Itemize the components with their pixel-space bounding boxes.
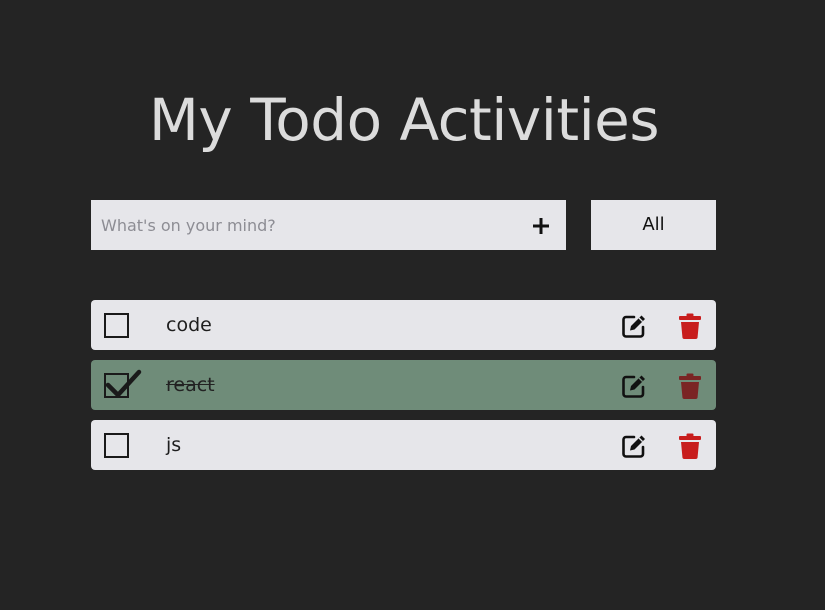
todo-text: code	[166, 314, 212, 336]
trash-icon[interactable]	[679, 373, 701, 399]
edit-icon[interactable]	[621, 433, 647, 459]
todo-checkbox[interactable]	[104, 373, 129, 398]
todo-checkbox[interactable]	[104, 433, 129, 458]
todo-item: code	[91, 300, 716, 350]
edit-icon[interactable]	[621, 313, 647, 339]
todo-item: js	[91, 420, 716, 470]
todo-text: js	[166, 434, 182, 456]
todo-input-container	[91, 200, 566, 250]
todo-checkbox[interactable]	[104, 313, 129, 338]
todo-input[interactable]	[91, 200, 511, 250]
todo-item: react	[91, 360, 716, 410]
todo-text: react	[166, 374, 215, 396]
edit-icon[interactable]	[621, 373, 647, 399]
trash-icon[interactable]	[679, 433, 701, 459]
filter-select[interactable]: All	[591, 200, 716, 250]
plus-icon[interactable]	[527, 212, 555, 240]
page-title: My Todo Activities	[148, 86, 660, 154]
trash-icon[interactable]	[679, 313, 701, 339]
